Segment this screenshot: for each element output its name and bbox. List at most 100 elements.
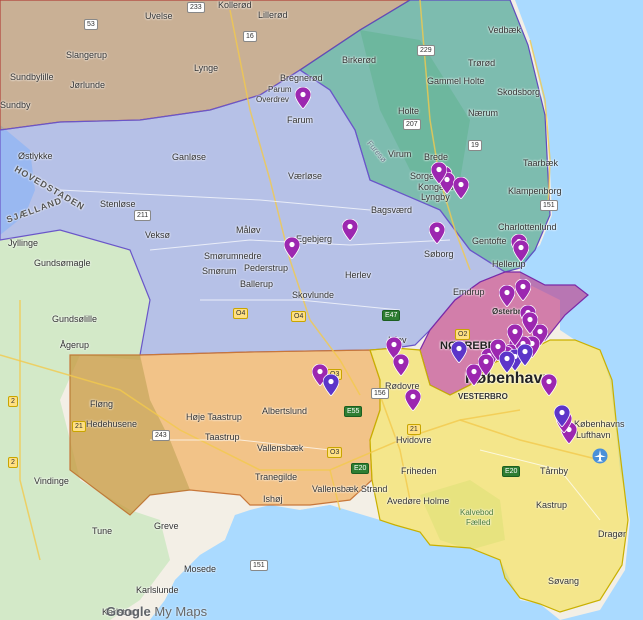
place-label: Hvidovre [396, 435, 432, 445]
place-label: Smørumnedre [204, 251, 262, 261]
place-label: Gundsølille [52, 314, 98, 324]
place-label: Avedøre Holme [387, 496, 450, 506]
google-my-maps-watermark: Google My Maps [106, 604, 207, 619]
map-pin-purple[interactable] [513, 240, 529, 262]
map-pin-indigo[interactable] [517, 344, 533, 366]
place-label: Sundby [0, 100, 31, 110]
map-pin-purple[interactable] [541, 374, 557, 396]
place-label: Mosede [184, 564, 217, 574]
map-pin-purple[interactable] [405, 389, 421, 411]
road-shield: 233 [187, 2, 205, 13]
road-shield: E55 [344, 406, 363, 417]
map-pin-purple[interactable] [342, 219, 358, 241]
place-label: Værløse [288, 171, 323, 181]
road-shield: 2 [8, 457, 18, 468]
place-label: Nærum [468, 108, 499, 118]
place-label: Ballerup [240, 279, 274, 289]
place-label: Vedbæk [488, 25, 522, 35]
place-label: Karlslunde [136, 585, 179, 595]
place-label: Dragør [598, 529, 627, 539]
map-pin-indigo[interactable] [554, 405, 570, 427]
map-pin-indigo[interactable] [323, 374, 339, 396]
place-label: Høje Taastrup [186, 412, 242, 422]
map-pin-purple[interactable] [453, 177, 469, 199]
place-label: Parum [268, 85, 292, 94]
place-label: Smørum [202, 266, 237, 276]
place-label: Lynge [194, 63, 219, 73]
place-label: Pederstrup [244, 263, 289, 273]
place-label: Måløv [236, 225, 261, 235]
place-label: Skovlunde [292, 290, 335, 300]
map-pin-purple[interactable] [295, 87, 311, 109]
place-label: Virum [388, 149, 412, 159]
place-label: Friheden [401, 466, 437, 476]
place-label: Jyllinge [8, 238, 39, 248]
place-label: Hedehusene [86, 419, 138, 429]
place-label: Brede [424, 152, 449, 162]
place-label: Albertslund [262, 406, 308, 416]
map-pin-purple[interactable] [499, 285, 515, 307]
map-pin-purple[interactable] [522, 312, 538, 334]
place-label: Ganløse [172, 152, 207, 162]
place-label: Overdrev [256, 95, 289, 104]
road-shield: 243 [152, 430, 170, 441]
place-label: Gentofte [472, 236, 507, 246]
road-shield: E20 [351, 463, 370, 474]
place-label: Søborg [424, 249, 454, 259]
map-pin-purple[interactable] [284, 237, 300, 259]
place-label: Lufthavn [576, 430, 611, 440]
place-label: Kollerød [218, 0, 252, 10]
place-label: Østlykke [18, 151, 53, 161]
place-label: Sundbylille [10, 72, 54, 82]
road-shield: 207 [403, 119, 421, 130]
place-label: Vindinge [34, 476, 69, 486]
place-label: Lillerød [258, 10, 288, 20]
map-pin-purple[interactable] [515, 279, 531, 301]
place-label: Tranegilde [255, 472, 298, 482]
place-label: Taarbæk [523, 158, 559, 168]
road-shield: E47 [382, 310, 401, 321]
road-shield: 21 [72, 421, 86, 432]
place-label: Veksø [145, 230, 171, 240]
place-label: Københavns [574, 419, 625, 429]
road-shield: 156 [371, 388, 389, 399]
airport-icon [592, 448, 608, 464]
road-shield: 16 [243, 31, 257, 42]
road-shield: 2 [8, 396, 18, 407]
place-label: Ishøj [263, 494, 283, 504]
place-label: Vallensbæk [257, 443, 304, 453]
map-pin-purple[interactable] [478, 354, 494, 376]
place-label: Greve [154, 521, 179, 531]
place-label: Holte [398, 106, 420, 116]
place-label: Søvang [548, 576, 580, 586]
road-shield: E20 [502, 466, 521, 477]
place-label: Trørød [468, 58, 496, 68]
place-label: Stenløse [100, 199, 136, 209]
road-shield: 53 [84, 19, 98, 30]
place-label: Bagsværd [371, 205, 413, 215]
road-shield: O4 [291, 311, 307, 322]
road-shield: 151 [540, 200, 558, 211]
my-maps-text: My Maps [154, 604, 208, 619]
place-label: Ågerup [60, 340, 90, 350]
place-label: Bregnerød [280, 73, 323, 83]
place-label: Slangerup [66, 50, 108, 60]
map-pin-indigo[interactable] [499, 351, 515, 373]
place-label: Egebjerg [296, 234, 333, 244]
road-shield: O2 [455, 329, 471, 340]
place-label: Uvelse [145, 11, 173, 21]
map-pin-purple[interactable] [507, 324, 523, 346]
district-label: VESTERBRO [458, 392, 508, 401]
map-pin-indigo[interactable] [451, 341, 467, 363]
place-label: Fælled [466, 518, 491, 527]
place-label: Skodsborg [497, 87, 541, 97]
road-shield: 19 [468, 140, 482, 151]
road-shield: 211 [134, 210, 152, 221]
place-label: Taastrup [205, 432, 240, 442]
place-label: Birkerød [342, 55, 377, 65]
map-pin-purple[interactable] [431, 162, 447, 184]
place-label: Fløng [90, 399, 114, 409]
map-pin-purple[interactable] [393, 354, 409, 376]
place-label: Tårnby [540, 466, 569, 476]
map-pin-purple[interactable] [429, 222, 445, 244]
